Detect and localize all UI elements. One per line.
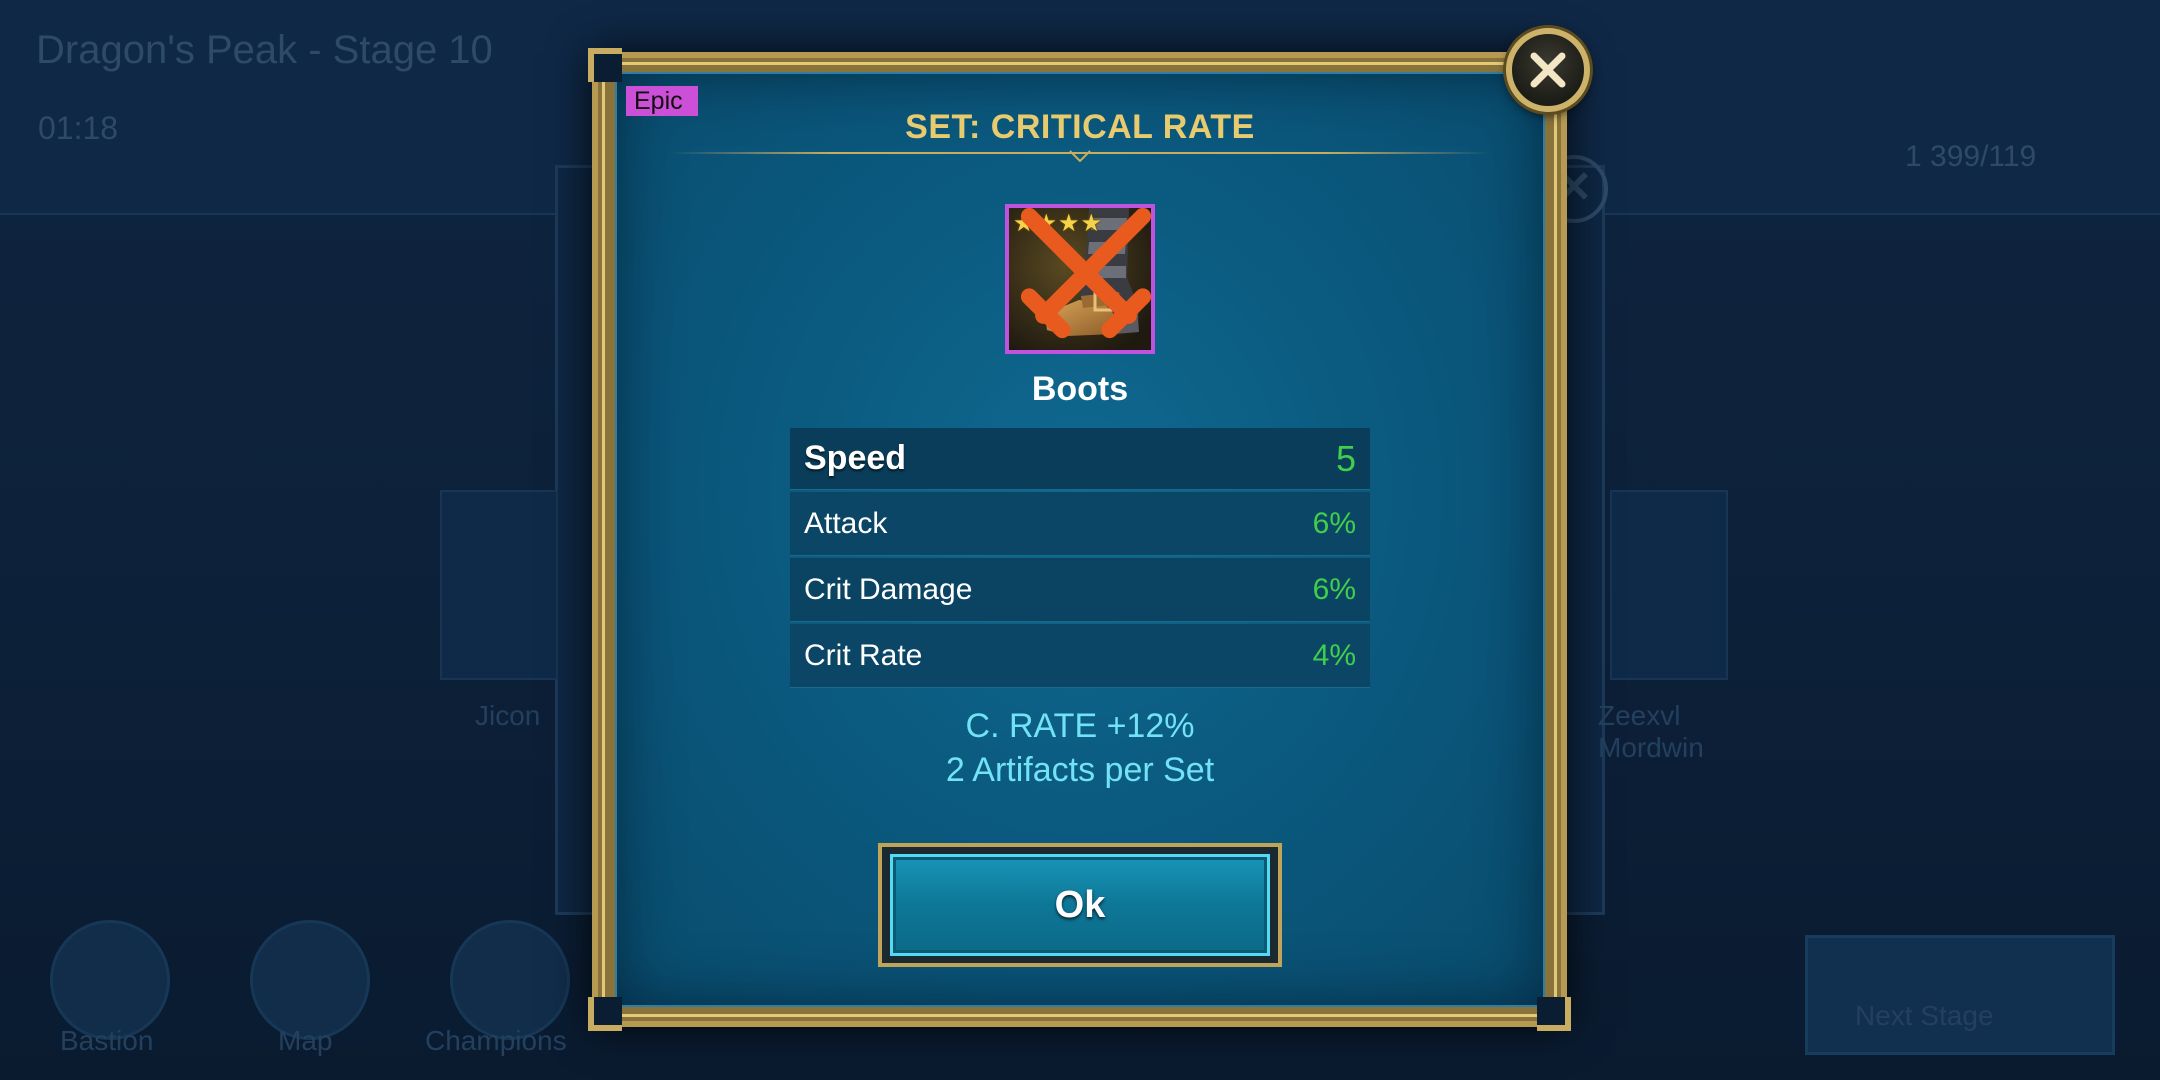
ok-button[interactable]: Ok bbox=[890, 854, 1270, 956]
background-nav-label: Map bbox=[278, 1025, 333, 1056]
helmet-icon bbox=[450, 920, 570, 1040]
background-nav-label: Champions bbox=[425, 1025, 567, 1056]
artifact-name: Boots bbox=[1031, 370, 1129, 408]
background-champion-slot bbox=[1610, 490, 1728, 680]
background-nav-label: Bastion bbox=[60, 1025, 154, 1056]
substat-row: Crit Damage 6% bbox=[790, 558, 1370, 622]
stat-label: Crit Rate bbox=[804, 638, 923, 672]
frame-corner-ornament bbox=[588, 997, 622, 1031]
set-bonus-text: C. RATE +12% 2 Artifacts per Set bbox=[615, 704, 1545, 792]
background-slot-name: Zeexvl Mordwin bbox=[1598, 700, 1704, 763]
stat-label: Speed bbox=[804, 439, 907, 477]
substat-row: Attack 6% bbox=[790, 492, 1370, 556]
background-next-label: Next Stage bbox=[1855, 1000, 1994, 1031]
frame-corner-ornament bbox=[588, 48, 622, 82]
set-title: SET: CRITICAL RATE bbox=[905, 108, 1255, 146]
stat-value: 6% bbox=[1312, 506, 1356, 540]
background-next-button bbox=[1805, 935, 2115, 1055]
castle-icon bbox=[50, 920, 170, 1040]
main-stat-row: Speed 5 bbox=[790, 428, 1370, 490]
background-timer: 01:18 bbox=[38, 110, 119, 146]
frame-corner-ornament bbox=[1537, 997, 1571, 1031]
background-stage-title: Dragon's Peak - Stage 10 bbox=[36, 28, 493, 72]
compass-icon bbox=[250, 920, 370, 1040]
stat-label: Crit Damage bbox=[804, 572, 973, 606]
background-champion-slot bbox=[440, 490, 558, 680]
close-button[interactable] bbox=[1506, 28, 1590, 112]
background-energy-counter: 1 399/119 bbox=[1905, 140, 2037, 173]
stat-value: 5 bbox=[1335, 437, 1356, 479]
set-bonus-requirement: 2 Artifacts per Set bbox=[945, 751, 1215, 789]
set-bonus-effect: C. RATE +12% bbox=[965, 707, 1195, 745]
crossed-swords-icon bbox=[1020, 208, 1151, 339]
artifact-stats-table: Speed 5 Attack 6% Crit Damage 6% Crit Ra… bbox=[790, 428, 1370, 690]
background-slot-name: Jicon bbox=[475, 700, 541, 731]
divider-notch-icon bbox=[1069, 150, 1091, 162]
close-icon bbox=[1530, 52, 1566, 88]
stat-value: 6% bbox=[1312, 572, 1356, 606]
stat-label: Attack bbox=[804, 506, 888, 540]
substat-row: Crit Rate 4% bbox=[790, 624, 1370, 688]
artifact-slot: ★ ★ ★ ★ bbox=[1005, 204, 1155, 354]
stat-value: 4% bbox=[1312, 638, 1356, 672]
